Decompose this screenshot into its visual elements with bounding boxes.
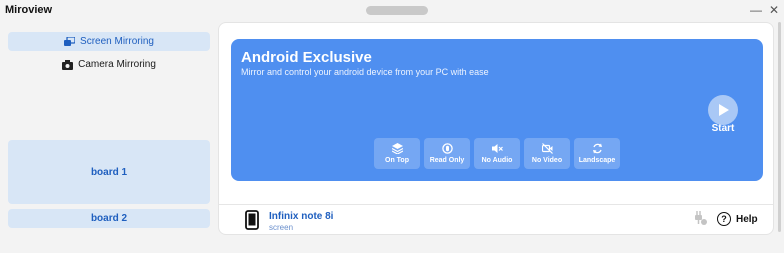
camera-mirroring-icon [62,59,74,70]
video-off-icon [541,143,553,154]
scrollbar[interactable] [778,22,781,232]
layers-icon [391,143,403,154]
board-2[interactable]: board 2 [8,209,210,228]
sidebar-item-label: Screen Mirroring [80,36,154,47]
read-only-icon [441,143,453,154]
option-no-video[interactable]: No Video [524,138,570,169]
mute-icon [491,144,503,153]
option-label: On Top [385,157,409,164]
option-on-top[interactable]: On Top [374,138,420,169]
option-label: No Audio [481,157,513,164]
board-1[interactable]: board 1 [8,140,210,204]
drag-handle[interactable] [366,6,428,15]
android-exclusive-card: Android Exclusive Mirror and control you… [231,39,763,181]
help-button[interactable]: ? Help [717,212,758,226]
board-label: board 1 [90,166,128,178]
hero-subtitle: Mirror and control your android device f… [241,67,489,77]
screen-mirroring-icon [64,36,76,46]
main-panel: Android Exclusive Mirror and control you… [218,22,774,235]
hero-title: Android Exclusive [241,49,372,66]
board-label: board 2 [90,213,128,224]
option-label: Landscape [578,157,616,164]
rotate-icon [592,143,602,154]
close-icon[interactable]: ✕ [766,2,782,18]
option-landscape[interactable]: Landscape [574,138,620,169]
help-label: Help [736,213,758,225]
start-button[interactable] [708,95,738,125]
divider [219,204,773,205]
help-icon: ? [717,212,731,226]
option-read-only[interactable]: Read Only [424,138,470,169]
plug-icon[interactable] [692,210,708,226]
device-status: screen [269,223,294,232]
option-label: Read Only [429,157,465,164]
minimize-icon[interactable]: — [748,2,764,18]
phone-icon [245,210,259,230]
title-bar: Miroview — ✕ [0,0,784,22]
sidebar-item-screen-mirroring[interactable]: Screen Mirroring [8,32,210,51]
sidebar-item-camera-mirroring[interactable]: Camera Mirroring [8,55,210,74]
device-name[interactable]: Infinix note 8i [269,211,333,222]
start-label: Start [711,123,735,134]
play-icon [719,104,729,116]
option-label: No Video [531,157,563,164]
sidebar: Screen Mirroring Camera Mirroring board … [0,22,216,253]
option-no-audio[interactable]: No Audio [474,138,520,169]
sidebar-item-label: Camera Mirroring [78,59,156,70]
app-title: Miroview [5,4,53,16]
